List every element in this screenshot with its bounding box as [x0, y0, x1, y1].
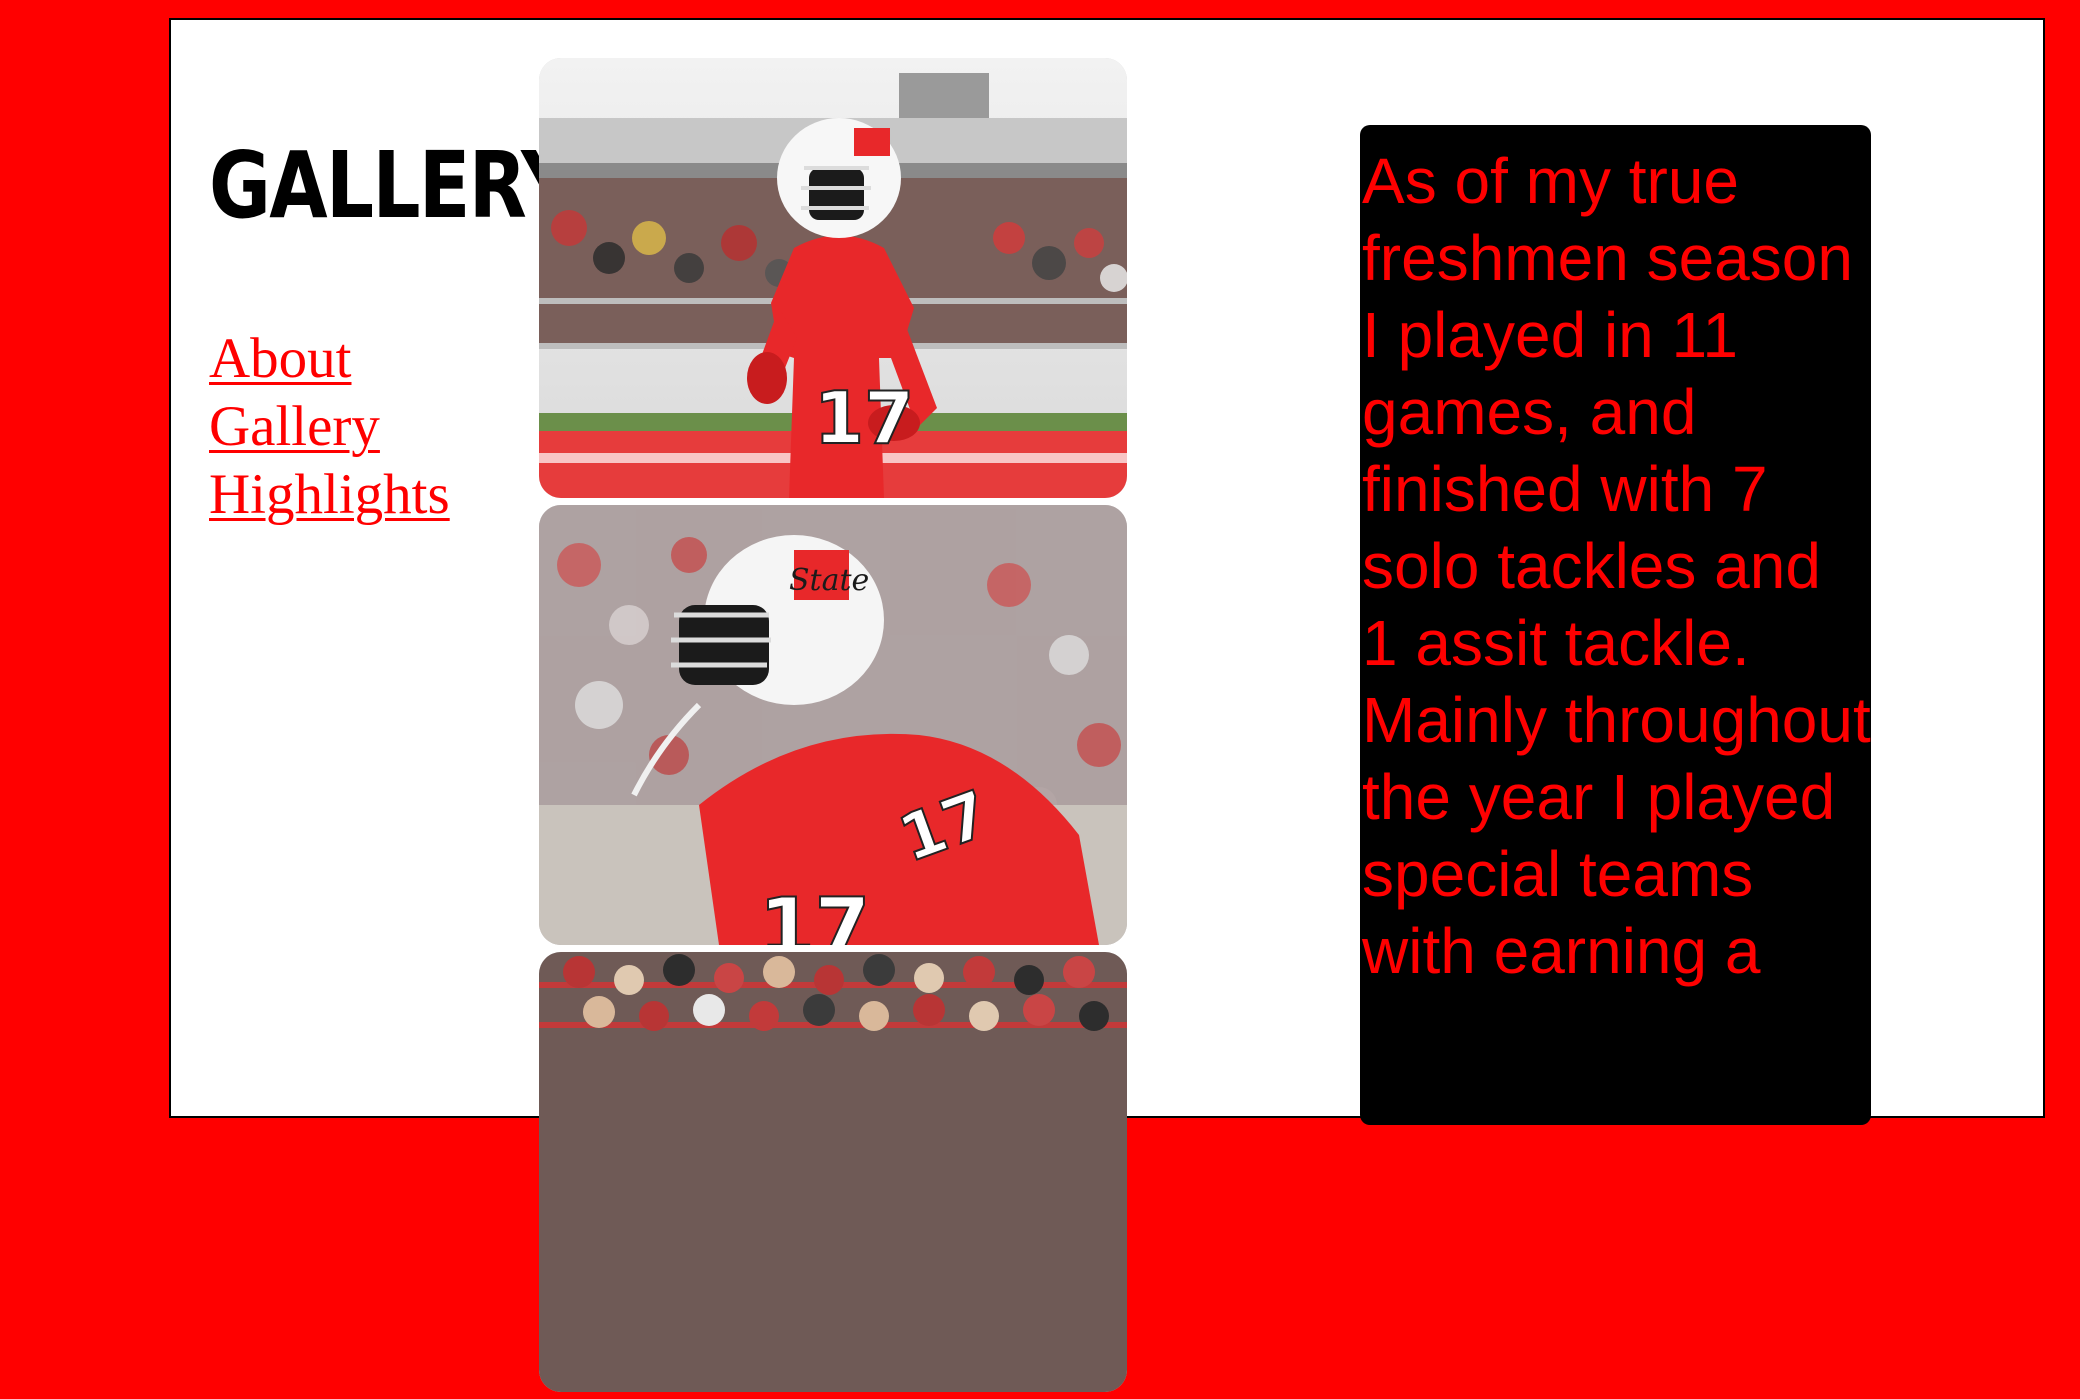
- svg-text:17: 17: [814, 376, 914, 460]
- page-title: GALLERY: [209, 132, 576, 239]
- content-panel: GALLERY About Gallery Highlights 17 17 1…: [169, 18, 2045, 1392]
- player-closeup-image: 17 17 State: [539, 505, 1127, 945]
- stats-text-box: As of my true freshmen season I played i…: [1360, 125, 1871, 1125]
- crowd-photo-image: [539, 952, 1127, 1392]
- svg-text:State: State: [789, 563, 869, 598]
- photo-gallery: 17 17 17 State: [539, 58, 1127, 1399]
- svg-text:17: 17: [759, 881, 870, 945]
- gallery-photo-1: 17: [539, 58, 1127, 498]
- stats-description: As of my true freshmen season I played i…: [1362, 145, 1871, 987]
- nav-link-highlights[interactable]: Highlights: [209, 461, 450, 529]
- nav-link-about[interactable]: About: [209, 325, 450, 393]
- player-photo-image: 17: [539, 58, 1127, 498]
- gallery-photo-2: 17 17 State: [539, 505, 1127, 945]
- gallery-photo-3: [539, 952, 1127, 1392]
- main-nav: About Gallery Highlights: [209, 325, 450, 529]
- nav-link-gallery[interactable]: Gallery: [209, 393, 450, 461]
